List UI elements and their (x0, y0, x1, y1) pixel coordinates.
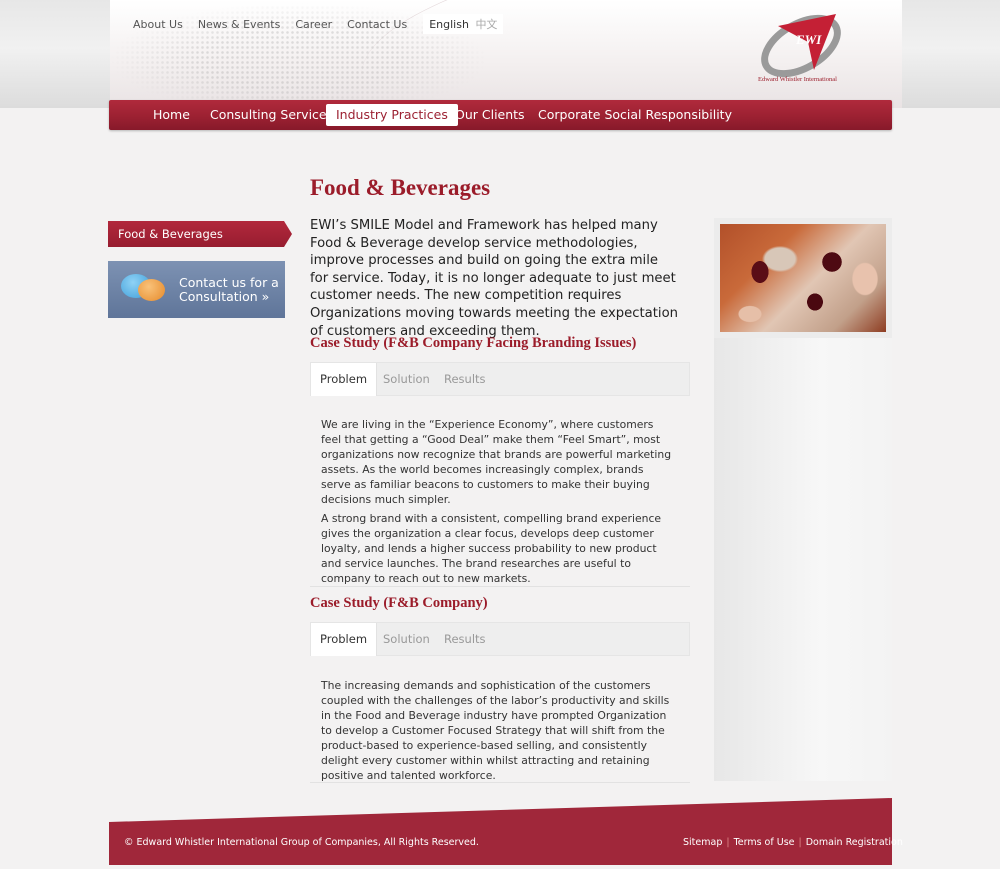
lang-chinese[interactable]: 中文 (475, 18, 497, 31)
language-switcher: English 中文 (423, 14, 504, 34)
case-study-1-title: Case Study (F&B Company Facing Branding … (310, 335, 637, 351)
nav-consulting-services[interactable]: Consulting Services (200, 104, 343, 126)
nav-home[interactable]: Home (143, 104, 200, 126)
tab-problem[interactable]: Problem (311, 623, 378, 656)
logo-text: EWI (795, 32, 822, 47)
footer-divider: | (726, 837, 730, 848)
divider (310, 586, 690, 587)
footer-divider: | (798, 837, 802, 848)
intro-paragraph: EWI’s SMILE Model and Framework has help… (310, 218, 679, 339)
copyright-text: © Edward Whistler International Group of… (124, 837, 479, 848)
tab-solution[interactable]: Solution (374, 363, 439, 396)
tab-results[interactable]: Results (435, 363, 495, 396)
tab-results[interactable]: Results (435, 623, 495, 656)
chat-bubbles-icon (108, 261, 168, 318)
divider (310, 782, 690, 783)
case-study-1-paragraph-2: A strong brand with a consistent, compel… (321, 512, 662, 585)
top-link-contact-us[interactable]: Contact Us (347, 18, 407, 31)
contact-line1: Contact us for a (179, 274, 279, 290)
lang-english[interactable]: English (429, 18, 469, 31)
case-study-2-paragraph-1: The increasing demands and sophisticatio… (321, 679, 670, 782)
case-study-1-tabs: Problem Solution Results (310, 362, 690, 396)
wine-glasses-photo (720, 224, 886, 332)
logo-caption: Edward Whistler International (758, 76, 837, 83)
sidebar-item-food-beverages[interactable]: Food & Beverages (108, 221, 292, 247)
footer-link-sitemap[interactable]: Sitemap (683, 837, 722, 848)
nav-corporate-social-responsibility[interactable]: Corporate Social Responsibility (528, 104, 742, 126)
top-utility-nav: About Us News & Events Career Contact Us… (133, 14, 504, 34)
contact-line2: Consultation » (179, 288, 270, 304)
nav-our-clients[interactable]: Our Clients (445, 104, 535, 126)
nav-industry-practices[interactable]: Industry Practices (326, 104, 458, 126)
tab-solution[interactable]: Solution (374, 623, 439, 656)
case-study-2-title: Case Study (F&B Company) (310, 595, 488, 611)
main-nav: Home Consulting Services Industry Practi… (109, 100, 892, 130)
contact-consultation-button[interactable]: Contact us for a Consultation » (108, 261, 285, 318)
case-study-2-tabs: Problem Solution Results (310, 622, 690, 656)
footer-band (109, 798, 892, 865)
footer-link-domain-registration[interactable]: Domain Registration (806, 837, 903, 848)
chat-bubble-orange (138, 279, 165, 301)
tab-problem[interactable]: Problem (311, 363, 378, 396)
top-link-news-events[interactable]: News & Events (198, 18, 281, 31)
top-link-career[interactable]: Career (295, 18, 332, 31)
contact-text: Contact us for a Consultation » (179, 274, 279, 304)
top-link-about-us[interactable]: About Us (133, 18, 183, 31)
footer-links: Sitemap | Terms of Use | Domain Registra… (683, 837, 903, 848)
page-title: Food & Beverages (310, 175, 491, 200)
wine-toast-image (714, 218, 892, 338)
footer-link-terms-of-use[interactable]: Terms of Use (734, 837, 795, 848)
case-study-1-paragraph-1: We are living in the “Experience Economy… (321, 418, 672, 506)
